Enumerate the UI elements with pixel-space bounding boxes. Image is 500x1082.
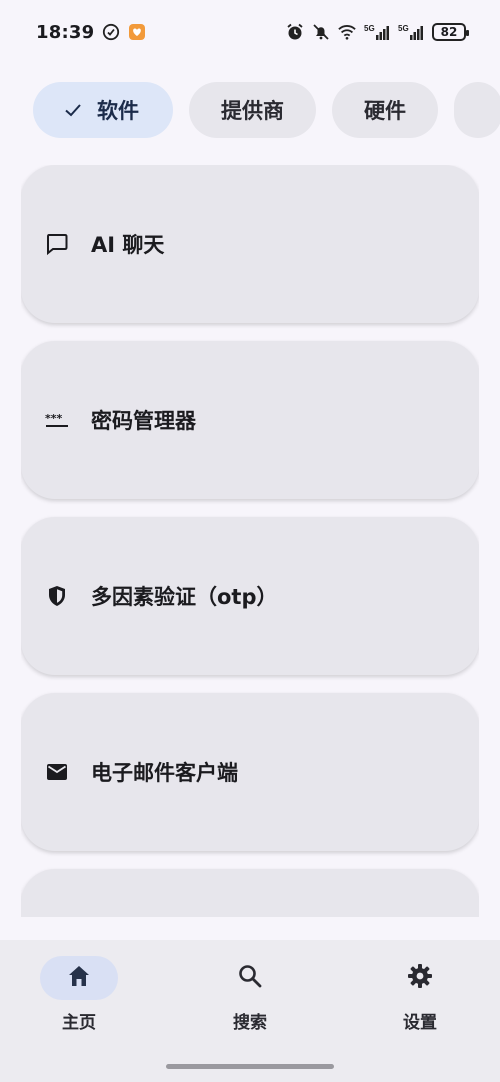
nav-label: 设置 [403,1013,437,1033]
nav-search[interactable]: 搜索 [195,956,305,1036]
status-time: 18:39 [36,21,95,43]
chip-label: 硬件 [364,99,406,123]
nav-settings[interactable]: 设置 [365,956,475,1036]
chip-more[interactable] [454,82,500,138]
check-icon [63,100,83,120]
list-item-mfa-otp[interactable]: 多因素验证（otp） [21,517,479,675]
gear-icon [407,963,433,993]
list-item-label: 多因素验证（otp） [91,585,278,609]
category-list: AI 聊天 *** 密码管理器 多因素验证（otp） 电子邮件客户端 [21,165,479,917]
filter-chips: 软件 提供商 硬件 [33,82,500,138]
chat-bubble-icon [45,232,69,256]
muted-bell-icon [312,23,330,41]
home-indicator-bar[interactable] [166,1064,334,1069]
list-item-password-manager[interactable]: *** 密码管理器 [21,341,479,499]
list-item-label: AI 聊天 [91,233,165,257]
chip-label: 提供商 [221,99,284,123]
list-item-partial[interactable] [21,869,479,917]
list-item-email-client[interactable]: 电子邮件客户端 [21,693,479,851]
list-item-label: 密码管理器 [91,409,196,433]
status-bar: 18:39 5G 5G 82 [0,0,500,64]
nav-home-pill [40,956,118,1000]
signal-5g-icon-1: 5G [364,23,390,41]
search-icon [237,963,263,993]
status-left: 18:39 [36,22,146,43]
status-right: 5G 5G 82 [286,23,469,41]
svg-text:5G: 5G [398,24,409,33]
svg-text:5G: 5G [364,24,375,33]
battery-level: 82 [440,25,458,39]
mail-icon [45,760,69,784]
alarm-icon [286,23,304,41]
list-item-ai-chat[interactable]: AI 聊天 [21,165,479,323]
app-notification-icon [128,23,146,41]
password-dots-icon: *** [45,408,69,432]
bottom-navigation: 主页 搜索 设置 [0,940,500,1082]
nav-home[interactable]: 主页 [24,956,134,1036]
svg-text:***: *** [45,412,63,425]
home-icon [66,963,92,993]
signal-5g-icon-2: 5G [398,23,424,41]
nav-settings-pill [381,956,459,1000]
chip-software[interactable]: 软件 [33,82,173,138]
nav-label: 搜索 [233,1013,267,1033]
nav-label: 主页 [62,1013,96,1033]
nav-search-pill [211,956,289,1000]
chip-providers[interactable]: 提供商 [189,82,316,138]
shield-icon [45,584,69,608]
wifi-icon [338,23,356,41]
battery-indicator: 82 [432,23,469,41]
chip-hardware[interactable]: 硬件 [332,82,438,138]
chip-label: 软件 [97,99,139,123]
list-item-label: 电子邮件客户端 [91,761,238,785]
sync-icon [102,23,120,41]
